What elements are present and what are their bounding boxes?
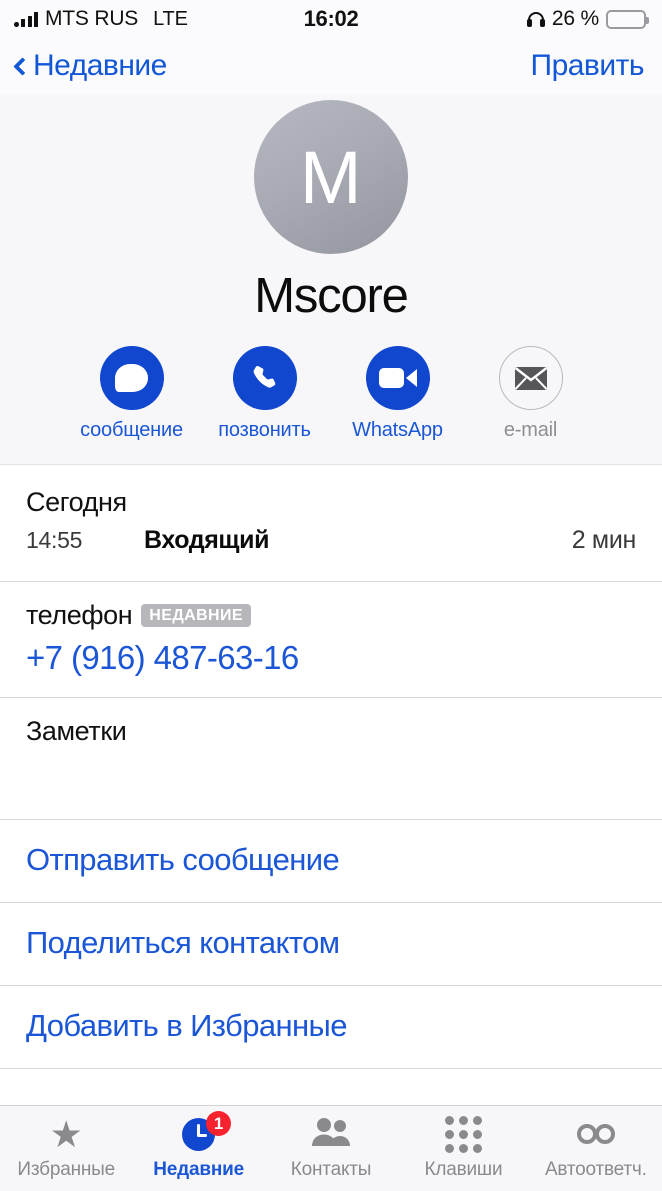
action-link[interactable]: Добавить в Избранные bbox=[0, 986, 662, 1069]
tab-star[interactable]: ★ Избранные bbox=[0, 1116, 132, 1181]
back-button-label: Недавние bbox=[33, 49, 167, 82]
navigation-bar: Недавние Править bbox=[0, 38, 662, 94]
table-row: 14:55 Входящий 2 мин bbox=[26, 526, 636, 581]
headphones-icon bbox=[526, 11, 545, 27]
action-link[interactable]: Отправить сообщение bbox=[0, 820, 662, 903]
people-icon bbox=[310, 1117, 352, 1152]
action-button-phone-handset[interactable]: позвонить bbox=[198, 346, 331, 442]
back-button[interactable]: Недавние bbox=[10, 49, 167, 83]
action-button-video-camera[interactable]: WhatsApp bbox=[331, 346, 464, 442]
phone-handset-icon bbox=[250, 363, 280, 393]
battery-percent-label: 26 % bbox=[551, 7, 599, 30]
action-icon-circle bbox=[232, 346, 297, 410]
battery-icon bbox=[606, 9, 649, 29]
call-type: Входящий bbox=[144, 526, 270, 554]
action-link[interactable]: Поделиться контактом bbox=[0, 903, 662, 986]
tab-icon bbox=[444, 1115, 482, 1153]
action-icon-circle bbox=[99, 346, 164, 410]
avatar[interactable]: M bbox=[254, 100, 408, 254]
action-button-label: позвонить bbox=[218, 419, 311, 441]
tab-label: Недавние bbox=[153, 1159, 244, 1180]
tab-label: Контакты bbox=[290, 1159, 372, 1180]
chevron-left-icon bbox=[13, 56, 32, 76]
phone-number[interactable]: +7 (916) 487-63-16 bbox=[26, 639, 636, 677]
tab-bar: ★ Избранные 1 Недавние Контакты Клавиши Автоот… bbox=[0, 1105, 662, 1191]
call-history-day-label: Сегодня bbox=[26, 487, 127, 517]
video-camera-icon bbox=[378, 368, 417, 388]
call-time: 14:55 bbox=[26, 527, 83, 553]
avatar-initial: M bbox=[299, 135, 363, 219]
notes-section[interactable]: Заметки bbox=[0, 698, 662, 820]
action-button-message-bubble[interactable]: сообщение bbox=[65, 346, 198, 442]
phone-screen: MTS RUS LTE 16:02 26 % Недавние Править … bbox=[0, 0, 662, 1191]
tab-icon bbox=[576, 1116, 615, 1152]
tab-icon: ★ bbox=[49, 1113, 83, 1155]
tab-label: Избранные bbox=[17, 1159, 115, 1180]
star-icon: ★ bbox=[49, 1113, 83, 1155]
envelope-icon bbox=[514, 366, 548, 391]
tab-people[interactable]: Контакты bbox=[265, 1116, 397, 1181]
keypad-icon bbox=[444, 1115, 482, 1153]
call-history-section: Сегодня 14:55 Входящий 2 мин bbox=[0, 465, 662, 582]
phone-section: телефон НЕДАВНИЕ +7 (916) 487-63-16 bbox=[0, 582, 662, 698]
contact-name: Mscore bbox=[254, 269, 409, 323]
status-badge: НЕДАВНИЕ bbox=[141, 604, 251, 627]
status-bar: MTS RUS LTE 16:02 26 % bbox=[0, 0, 662, 38]
voicemail-icon bbox=[576, 1124, 615, 1144]
detail-list: Сегодня 14:55 Входящий 2 мин телефон НЕД… bbox=[0, 465, 662, 1105]
action-icon-circle bbox=[365, 346, 430, 410]
action-icon-circle bbox=[498, 346, 563, 410]
notes-label: Заметки bbox=[26, 716, 127, 746]
tab-keypad[interactable]: Клавиши bbox=[397, 1115, 529, 1181]
message-bubble-icon bbox=[115, 364, 148, 392]
quick-actions: сообщение позвонить WhatsApp e-mail bbox=[65, 346, 597, 442]
action-button-envelope: e-mail bbox=[464, 346, 597, 442]
action-button-label: WhatsApp bbox=[352, 419, 443, 441]
tab-label: Автоответч. bbox=[544, 1159, 647, 1180]
call-duration: 2 мин bbox=[571, 526, 637, 554]
action-button-label: сообщение bbox=[80, 419, 183, 441]
edit-button[interactable]: Править bbox=[531, 49, 645, 83]
notification-badge: 1 bbox=[206, 1111, 232, 1136]
tab-label: Клавиши bbox=[424, 1159, 503, 1180]
phone-label-row: телефон НЕДАВНИЕ bbox=[26, 600, 636, 631]
status-bar-right: 26 % bbox=[526, 7, 649, 31]
tab-icon: 1 bbox=[182, 1111, 232, 1152]
tab-icon bbox=[310, 1116, 352, 1152]
tab-voicemail[interactable]: Автоответч. bbox=[530, 1116, 662, 1181]
tab-clock[interactable]: 1 Недавние bbox=[132, 1111, 264, 1181]
action-button-label: e-mail bbox=[503, 419, 558, 441]
phone-label: телефон bbox=[26, 600, 133, 630]
action-links: Отправить сообщение Поделиться контактом Д… bbox=[0, 820, 662, 1069]
contact-header: M Mscore сообщение позвонить WhatsApp e-mai… bbox=[0, 94, 662, 465]
